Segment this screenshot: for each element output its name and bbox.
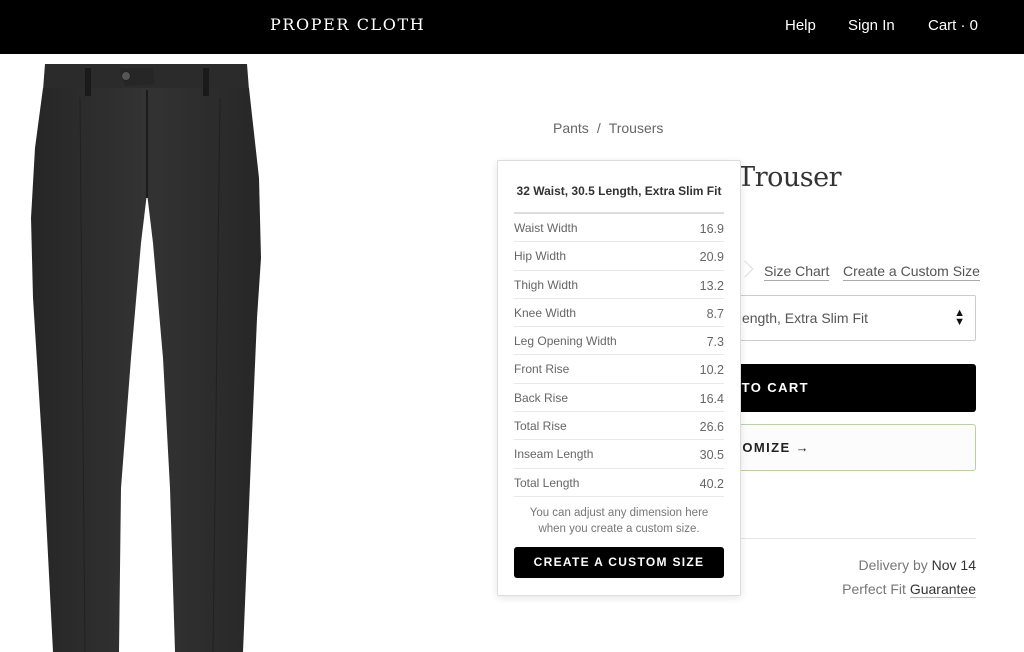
- button-detail: [121, 71, 131, 81]
- nav-sign-in-link[interactable]: Sign In: [848, 17, 895, 34]
- measurement-row: Thigh Width 13.2: [514, 271, 724, 299]
- measurement-value: 30.5: [699, 448, 724, 463]
- fit-guarantee: Perfect Fit Guarantee: [842, 581, 976, 598]
- size-chart-link[interactable]: Size Chart: [764, 263, 830, 281]
- breadcrumb: Pants / Trousers: [553, 120, 663, 136]
- measurement-value: 13.2: [699, 278, 724, 293]
- measurement-label: Knee Width: [514, 305, 577, 320]
- size-select-value: ength, Extra Slim Fit: [741, 310, 868, 326]
- create-custom-size-button[interactable]: CREATE A CUSTOM SIZE: [514, 547, 724, 578]
- popover-note-line1: You can adjust any dimension here: [529, 507, 709, 519]
- measurement-row: Back Rise 16.4: [514, 384, 724, 413]
- guarantee-link[interactable]: Guarantee: [909, 581, 976, 598]
- measurement-label: Waist Width: [514, 221, 578, 235]
- nav-cart-link[interactable]: Cart · 0: [928, 17, 978, 34]
- product-image: [25, 58, 275, 652]
- measurement-row: Total Rise 26.6: [514, 412, 724, 441]
- measurement-row: Total Length 40.2: [514, 469, 724, 497]
- measurement-value: 20.9: [699, 250, 724, 265]
- measurement-row: Front Rise 10.2: [514, 355, 724, 384]
- popover-note-line2: when you create a custom size.: [538, 523, 700, 535]
- measurement-label: Total Rise: [514, 419, 567, 434]
- measurement-row: Knee Width 8.7: [514, 299, 724, 328]
- measurement-label: Total Length: [514, 475, 580, 490]
- nav-help-link[interactable]: Help: [785, 17, 816, 34]
- measurement-row: Waist Width 16.9: [514, 214, 724, 243]
- measurement-value: 7.3: [706, 335, 724, 350]
- measurement-row: Inseam Length 30.5: [514, 440, 724, 469]
- delivery-date: Nov 14: [931, 557, 976, 573]
- popover-note: You can adjust any dimension here when y…: [498, 505, 740, 537]
- measurement-value: 40.2: [699, 476, 724, 491]
- measurement-label: Front Rise: [514, 362, 570, 377]
- updown-caret-icon: ▲ ▼: [954, 307, 965, 328]
- measurement-label: Back Rise: [514, 390, 569, 405]
- measurement-value: 8.7: [706, 306, 724, 321]
- breadcrumb-separator: /: [596, 120, 601, 136]
- measurement-value: 26.6: [699, 420, 724, 435]
- measurement-row: Leg Opening Width 7.3: [514, 327, 724, 356]
- size-measurements-popover: 32 Waist, 30.5 Length, Extra Slim Fit Wa…: [497, 160, 741, 596]
- guarantee-label: Perfect Fit: [842, 581, 906, 597]
- breadcrumb-trousers[interactable]: Trousers: [609, 120, 664, 136]
- brand-logo[interactable]: PROPER CLOTH: [270, 15, 425, 34]
- measurement-label: Inseam Length: [514, 447, 594, 462]
- measurements-table: Waist Width 16.9 Hip Width 20.9 Thigh Width 1…: [514, 214, 724, 497]
- measurement-row: Hip Width 20.9: [514, 242, 724, 271]
- delivery-info: Delivery by Nov 14: [859, 557, 977, 573]
- measurement-label: Hip Width: [514, 249, 567, 264]
- measurement-value: 16.9: [699, 222, 724, 236]
- trousers-illustration: [31, 64, 261, 652]
- measurement-label: Leg Opening Width: [514, 334, 617, 349]
- delivery-label: Delivery by: [858, 557, 928, 573]
- measurement-value: 10.2: [699, 363, 724, 378]
- measurement-value: 16.4: [699, 391, 724, 406]
- breadcrumb-pants[interactable]: Pants: [553, 120, 589, 136]
- popover-title: 32 Waist, 30.5 Length, Extra Slim Fit: [516, 184, 722, 198]
- measurement-label: Thigh Width: [514, 277, 579, 292]
- top-nav-bar: PROPER CLOTH Help Sign In Cart · 0: [0, 0, 1024, 54]
- create-custom-size-link[interactable]: Create a Custom Size: [843, 263, 980, 281]
